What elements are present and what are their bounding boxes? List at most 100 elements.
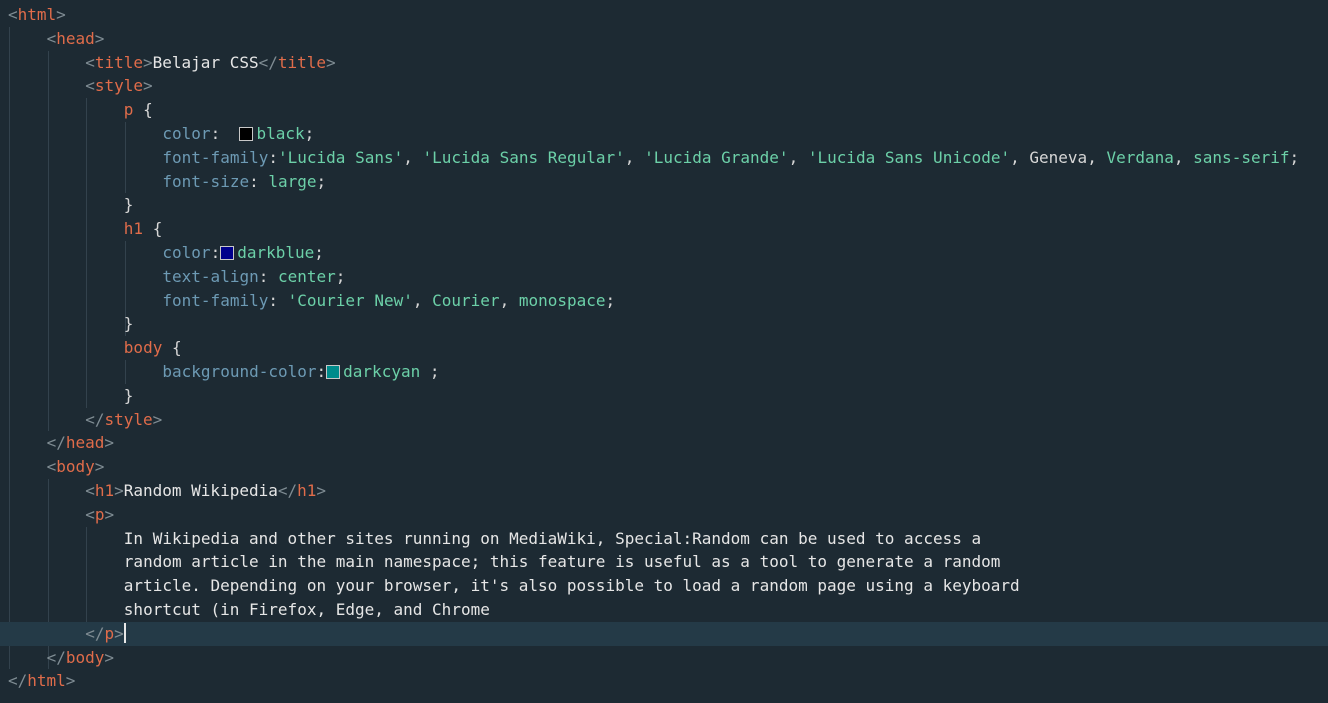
code-token: </ <box>258 52 278 72</box>
code-token: : <box>249 171 269 191</box>
code-line[interactable]: <p> <box>85 503 114 527</box>
code-line[interactable]: </head> <box>47 431 114 455</box>
code-token: random article in the main namespace; th… <box>123 552 1001 572</box>
code-token: shortcut (in Firefox, Edge, and Chrome <box>123 600 490 619</box>
code-line[interactable]: shortcut (in Firefox, Edge, and Chrome <box>124 598 490 622</box>
code-token: < <box>85 481 95 500</box>
code-token: > <box>65 671 76 691</box>
color-swatch[interactable] <box>326 365 341 379</box>
code-line[interactable]: <body> <box>47 455 105 479</box>
code-token: ; <box>605 290 616 310</box>
code-token: < <box>8 5 18 24</box>
code-token: h1 <box>94 481 115 500</box>
code-line[interactable]: article. Depending on your browser, it's… <box>124 574 1020 598</box>
code-token: </ <box>46 647 66 667</box>
code-token: < <box>85 52 95 72</box>
code-token: > <box>152 409 163 429</box>
indent-guide <box>86 98 88 408</box>
code-line[interactable]: random article in the main namespace; th… <box>124 550 1001 574</box>
code-token: Random Wikipedia <box>123 481 278 500</box>
code-token: ; <box>304 124 315 143</box>
code-token: , <box>624 147 645 167</box>
code-token: </ <box>85 623 105 643</box>
code-line[interactable]: <html> <box>8 3 66 27</box>
code-token: 'Lucida Sans' <box>278 147 404 167</box>
code-token: body <box>65 647 105 667</box>
code-line[interactable]: </p> <box>85 622 126 646</box>
code-line[interactable]: <head> <box>47 27 105 51</box>
code-token: head <box>56 28 95 48</box>
code-token: > <box>94 457 105 477</box>
code-token: < <box>46 457 57 477</box>
code-line[interactable]: font-family: 'Courier New', Courier, mon… <box>162 289 615 313</box>
code-editor[interactable]: <html> <head> <title>Belajar CSS</title> <s… <box>0 0 1328 703</box>
code-line[interactable]: } <box>124 384 134 408</box>
code-line[interactable]: font-family:'Lucida Sans', 'Lucida Sans … <box>162 146 1299 170</box>
indent-guide <box>124 122 126 194</box>
code-line[interactable]: body { <box>124 336 182 360</box>
code-token: body <box>56 457 95 477</box>
code-line[interactable]: h1 { <box>124 217 163 241</box>
code-token: , Geneva, <box>1010 147 1107 167</box>
code-token: ; <box>335 266 346 286</box>
code-token: sans-serif <box>1193 147 1290 167</box>
code-token: color <box>162 243 211 262</box>
indent-guide <box>9 26 10 670</box>
code-line[interactable]: font-size: large; <box>162 170 326 194</box>
code-token: ; <box>316 171 327 191</box>
code-token: font-family <box>162 147 269 167</box>
code-line[interactable]: In Wikipedia and other sites running on … <box>124 527 981 551</box>
code-token: 'Lucida Grande' <box>644 147 789 167</box>
code-token: black <box>256 124 305 143</box>
code-token: html <box>17 5 57 24</box>
code-token: large <box>268 171 317 191</box>
code-token: ; <box>420 362 440 381</box>
code-line[interactable]: color: darkblue; <box>162 241 324 265</box>
code-token: : <box>268 147 278 167</box>
code-token: > <box>104 504 115 524</box>
code-token: } <box>123 385 134 405</box>
code-line[interactable]: <title>Belajar CSS</title> <box>85 51 336 75</box>
code-line[interactable]: <h1>Random Wikipedia</h1> <box>85 479 326 503</box>
code-token: < <box>85 504 95 524</box>
code-token: > <box>114 623 124 643</box>
code-token: color <box>162 124 211 143</box>
code-token: html <box>27 671 66 691</box>
code-token: head <box>65 433 105 453</box>
code-token: h1 <box>297 481 317 500</box>
text-cursor <box>123 622 126 643</box>
code-token: > <box>94 28 105 48</box>
code-line[interactable]: text-align: center; <box>162 265 345 289</box>
color-swatch[interactable] <box>239 127 254 141</box>
code-line[interactable]: <style> <box>85 74 152 98</box>
indent-guide <box>47 50 49 432</box>
code-line[interactable]: </html> <box>8 669 75 693</box>
code-token: > <box>326 52 336 72</box>
code-token: > <box>143 52 153 72</box>
code-token: , <box>788 147 808 167</box>
code-line[interactable]: background-color: darkcyan ; <box>162 360 439 384</box>
code-token: > <box>143 76 153 96</box>
code-token: { <box>133 100 153 120</box>
code-token: < <box>85 76 95 96</box>
code-line[interactable]: </body> <box>47 646 114 670</box>
code-token: < <box>46 28 57 48</box>
color-swatch[interactable] <box>220 246 235 260</box>
code-line[interactable]: color: black; <box>162 122 314 146</box>
code-token: font-family <box>162 290 269 310</box>
code-token: > <box>56 5 66 24</box>
code-token: center <box>277 266 336 286</box>
code-token: Belajar CSS <box>152 52 259 72</box>
code-token: > <box>104 433 115 453</box>
code-line[interactable]: p { <box>124 98 153 122</box>
code-line[interactable]: } <box>124 193 134 217</box>
code-token: title <box>94 52 143 72</box>
code-token: > <box>316 481 327 500</box>
code-token: { <box>143 219 163 239</box>
code-token: : <box>210 243 221 262</box>
code-token: , <box>499 290 519 310</box>
code-token: : <box>316 362 327 381</box>
code-line[interactable]: </style> <box>85 408 162 432</box>
code-line[interactable]: } <box>124 312 134 336</box>
code-token: title <box>277 52 327 72</box>
